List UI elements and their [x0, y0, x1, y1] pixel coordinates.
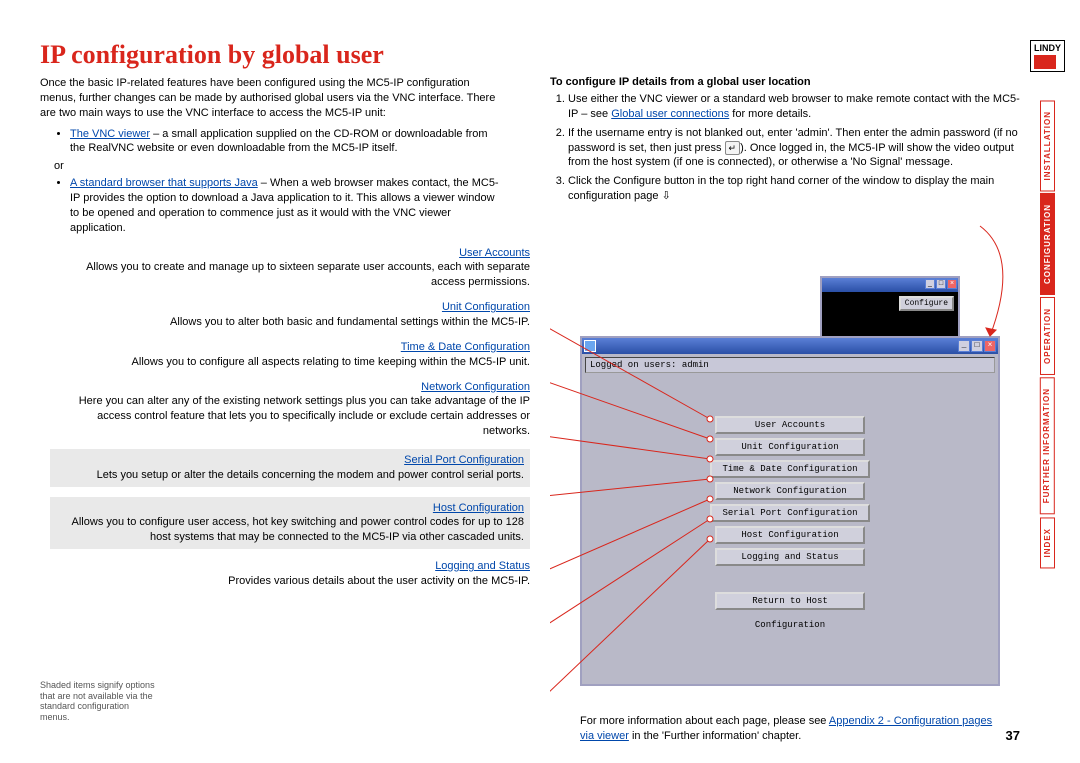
- close-icon[interactable]: ×: [984, 340, 996, 352]
- bullet-vnc-viewer: The VNC viewer – a small application sup…: [70, 127, 500, 157]
- desc-user-accounts: User AccountsAllows you to create and ma…: [50, 246, 530, 291]
- desc-time-date-configuration: Time & Date ConfigurationAllows you to c…: [50, 340, 530, 370]
- footer-more-info: For more information about each page, pl…: [580, 714, 1000, 744]
- vnc-app-icon: [584, 340, 596, 352]
- or-text: or: [40, 160, 530, 172]
- step-1: Use either the VNC viewer or a standard …: [568, 92, 1020, 122]
- configure-button[interactable]: Configure: [899, 296, 954, 311]
- vnc-btn-logging-and-status[interactable]: Logging and Status: [715, 548, 865, 566]
- page-number: 37: [1006, 728, 1020, 743]
- desc-link[interactable]: Serial Port Configuration: [56, 453, 524, 468]
- page-title: IP configuration by global user: [40, 40, 1020, 70]
- vnc-status-bar: Logged on users: admin: [585, 357, 995, 373]
- min-icon[interactable]: _: [958, 340, 970, 352]
- desc-link[interactable]: User Accounts: [50, 246, 530, 261]
- desc-network-configuration: Network ConfigurationHere you can alter …: [50, 380, 530, 439]
- step-2: If the username entry is not blanked out…: [568, 126, 1020, 171]
- desc-link[interactable]: Network Configuration: [50, 380, 530, 395]
- vnc-return-button[interactable]: Return to Host: [715, 592, 865, 610]
- steps-heading: To configure IP details from a global us…: [550, 76, 811, 88]
- shaded-note: Shaded items signify options that are no…: [40, 680, 160, 723]
- vnc-footer: Configuration: [582, 610, 998, 638]
- desc-logging-and-status: Logging and StatusProvides various detai…: [50, 559, 530, 589]
- desc-host-configuration: Host ConfigurationAllows you to configur…: [50, 497, 530, 550]
- tab-further-information[interactable]: FURTHER INFORMATION: [1040, 377, 1055, 514]
- intro-text: Once the basic IP-related features have …: [40, 76, 500, 121]
- bullet-java-browser: A standard browser that supports Java – …: [70, 176, 500, 235]
- desc-link[interactable]: Host Configuration: [56, 501, 524, 516]
- desc-link[interactable]: Unit Configuration: [50, 300, 530, 315]
- vnc-btn-user-accounts[interactable]: User Accounts: [715, 416, 865, 434]
- tab-configuration[interactable]: CONFIGURATION: [1040, 193, 1055, 295]
- step-3: Click the Configure button in the top ri…: [568, 174, 1020, 204]
- tab-installation[interactable]: INSTALLATION: [1040, 100, 1055, 191]
- vnc-btn-serial-port-configuration[interactable]: Serial Port Configuration: [710, 504, 869, 522]
- vnc-config-window: _□× Logged on users: admin User Accounts…: [580, 336, 1000, 686]
- vnc-btn-unit-configuration[interactable]: Unit Configuration: [715, 438, 865, 456]
- enter-key-icon: ↵: [725, 141, 741, 155]
- max-icon[interactable]: □: [971, 340, 983, 352]
- vnc-viewer-link[interactable]: The VNC viewer: [70, 128, 150, 140]
- tab-operation[interactable]: OPERATION: [1040, 297, 1055, 375]
- desc-unit-configuration: Unit ConfigurationAllows you to alter bo…: [50, 300, 530, 330]
- tab-index[interactable]: INDEX: [1040, 517, 1055, 568]
- vnc-btn-host-configuration[interactable]: Host Configuration: [715, 526, 865, 544]
- desc-link[interactable]: Time & Date Configuration: [50, 340, 530, 355]
- vnc-btn-time-date-configuration[interactable]: Time & Date Configuration: [710, 460, 869, 478]
- java-browser-link[interactable]: A standard browser that supports Java: [70, 177, 258, 189]
- vnc-btn-network-configuration[interactable]: Network Configuration: [715, 482, 865, 500]
- brand-logo: LINDY: [1030, 40, 1065, 72]
- global-user-connections-link[interactable]: Global user connections: [611, 108, 729, 120]
- min-icon[interactable]: _: [925, 279, 935, 289]
- close-icon[interactable]: ×: [947, 279, 957, 289]
- desc-serial-port-configuration: Serial Port ConfigurationLets you setup …: [50, 449, 530, 487]
- max-icon[interactable]: □: [936, 279, 946, 289]
- desc-link[interactable]: Logging and Status: [50, 559, 530, 574]
